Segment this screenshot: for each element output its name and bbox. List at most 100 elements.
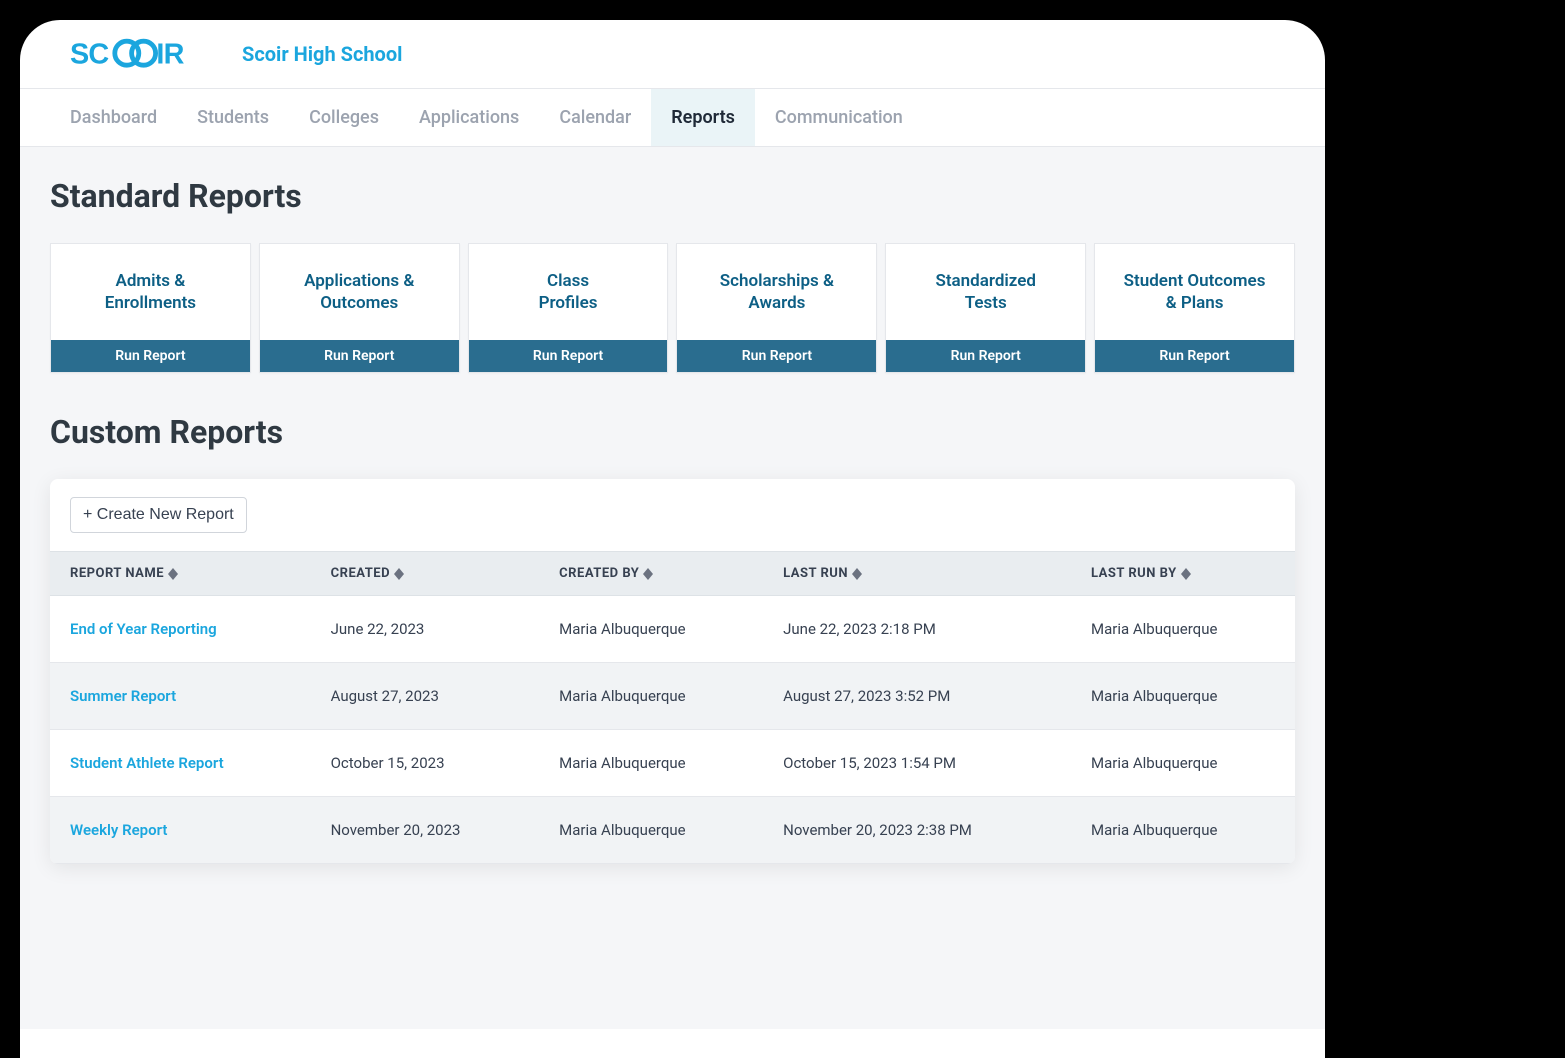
report-card-body: Student Outcomes & Plans (1095, 244, 1294, 340)
report-card-body: Standardized Tests (886, 244, 1085, 340)
table-row: End of Year Reporting June 22, 2023 Mari… (50, 596, 1295, 663)
logo[interactable]: SC IR (70, 38, 214, 70)
report-link[interactable]: Student Athlete Report (50, 730, 311, 797)
cell-last-run-by: Maria Albuquerque (1071, 596, 1295, 663)
custom-reports-title: Custom Reports (50, 413, 1295, 451)
sort-icon (852, 568, 862, 580)
run-report-button[interactable]: Run Report (51, 340, 250, 372)
report-card-body: Scholarships & Awards (677, 244, 876, 340)
sort-icon (394, 568, 404, 580)
report-card-title[interactable]: Student Outcomes & Plans (1124, 270, 1266, 314)
cell-created: June 22, 2023 (311, 596, 540, 663)
nav-calendar[interactable]: Calendar (539, 89, 651, 146)
cell-last-run: October 15, 2023 1:54 PM (763, 730, 1071, 797)
run-report-button[interactable]: Run Report (469, 340, 668, 372)
sort-icon (168, 568, 178, 580)
nav-students[interactable]: Students (177, 89, 289, 146)
col-sort-report-name[interactable]: REPORT NAME (70, 566, 178, 581)
main-nav: Dashboard Students Colleges Applications… (20, 89, 1325, 147)
report-card-scholarships: Scholarships & Awards Run Report (676, 243, 877, 373)
sort-icon (643, 568, 653, 580)
col-last-run-by: LAST RUN BY (1071, 552, 1295, 596)
report-card-title[interactable]: Applications & Outcomes (304, 270, 414, 314)
cell-last-run-by: Maria Albuquerque (1071, 663, 1295, 730)
report-card-standardized-tests: Standardized Tests Run Report (885, 243, 1086, 373)
report-card-line2: Enrollments (105, 293, 196, 313)
col-report-name: REPORT NAME (50, 552, 311, 596)
table-row: Summer Report August 27, 2023 Maria Albu… (50, 663, 1295, 730)
logo-icon: SC IR (70, 38, 214, 70)
cell-last-run: November 20, 2023 2:38 PM (763, 797, 1071, 864)
report-card-line2: & Plans (1166, 293, 1224, 313)
report-card-line2: Outcomes (320, 293, 398, 313)
nav-communication[interactable]: Communication (755, 89, 923, 146)
content-area: Standard Reports Admits & Enrollments Ru… (20, 147, 1325, 1029)
report-card-line1: Applications & (304, 271, 414, 291)
col-label: LAST RUN (783, 566, 848, 581)
svg-text:IR: IR (156, 39, 184, 70)
panel-toolbar: + Create New Report (50, 479, 1295, 551)
report-card-body: Class Profiles (469, 244, 668, 340)
cell-created-by: Maria Albuquerque (539, 797, 763, 864)
standard-report-cards: Admits & Enrollments Run Report Applicat… (50, 243, 1295, 373)
col-created-by: CREATED BY (539, 552, 763, 596)
report-card-title[interactable]: Class Profiles (539, 270, 598, 314)
col-sort-created-by[interactable]: CREATED BY (559, 566, 653, 581)
col-sort-last-run-by[interactable]: LAST RUN BY (1091, 566, 1191, 581)
nav-dashboard[interactable]: Dashboard (50, 89, 177, 146)
standard-reports-title: Standard Reports (50, 177, 1295, 215)
report-card-student-outcomes: Student Outcomes & Plans Run Report (1094, 243, 1295, 373)
run-report-button[interactable]: Run Report (677, 340, 876, 372)
cell-last-run-by: Maria Albuquerque (1071, 730, 1295, 797)
report-card-line1: Class (547, 271, 589, 291)
report-card-line2: Awards (748, 293, 805, 313)
school-name[interactable]: Scoir High School (242, 42, 402, 66)
report-link[interactable]: Weekly Report (50, 797, 311, 864)
col-label: REPORT NAME (70, 566, 164, 581)
nav-applications[interactable]: Applications (399, 89, 539, 146)
report-card-line2: Tests (965, 293, 1007, 313)
report-card-title[interactable]: Standardized Tests (935, 270, 1036, 314)
table-header-row: REPORT NAME CREATED (50, 552, 1295, 596)
report-link[interactable]: Summer Report (50, 663, 311, 730)
sort-icon (1181, 568, 1191, 580)
col-label: CREATED BY (559, 566, 639, 581)
custom-reports-panel: + Create New Report REPORT NAME (50, 479, 1295, 864)
svg-text:SC: SC (70, 39, 109, 70)
report-card-body: Admits & Enrollments (51, 244, 250, 340)
run-report-button[interactable]: Run Report (260, 340, 459, 372)
report-card-line2: Profiles (539, 293, 598, 313)
cell-created-by: Maria Albuquerque (539, 663, 763, 730)
report-card-class-profiles: Class Profiles Run Report (468, 243, 669, 373)
report-card-applications: Applications & Outcomes Run Report (259, 243, 460, 373)
cell-created: November 20, 2023 (311, 797, 540, 864)
col-sort-last-run[interactable]: LAST RUN (783, 566, 862, 581)
report-card-line1: Admits & (115, 271, 185, 291)
cell-last-run: June 22, 2023 2:18 PM (763, 596, 1071, 663)
col-label: LAST RUN BY (1091, 566, 1177, 581)
cell-created: August 27, 2023 (311, 663, 540, 730)
cell-last-run-by: Maria Albuquerque (1071, 797, 1295, 864)
report-card-body: Applications & Outcomes (260, 244, 459, 340)
report-link[interactable]: End of Year Reporting (50, 596, 311, 663)
cell-created: October 15, 2023 (311, 730, 540, 797)
report-card-title[interactable]: Scholarships & Awards (720, 270, 834, 314)
report-card-line1: Scholarships & (720, 271, 834, 291)
col-label: CREATED (331, 566, 390, 581)
custom-reports-table: REPORT NAME CREATED (50, 551, 1295, 864)
run-report-button[interactable]: Run Report (1095, 340, 1294, 372)
cell-created-by: Maria Albuquerque (539, 730, 763, 797)
col-created: CREATED (311, 552, 540, 596)
table-row: Student Athlete Report October 15, 2023 … (50, 730, 1295, 797)
col-last-run: LAST RUN (763, 552, 1071, 596)
table-row: Weekly Report November 20, 2023 Maria Al… (50, 797, 1295, 864)
report-card-line1: Standardized (935, 271, 1036, 291)
report-card-line1: Student Outcomes (1124, 271, 1266, 291)
cell-created-by: Maria Albuquerque (539, 596, 763, 663)
nav-colleges[interactable]: Colleges (289, 89, 399, 146)
run-report-button[interactable]: Run Report (886, 340, 1085, 372)
nav-reports[interactable]: Reports (651, 89, 755, 146)
col-sort-created[interactable]: CREATED (331, 566, 404, 581)
report-card-title[interactable]: Admits & Enrollments (105, 270, 196, 314)
create-new-report-button[interactable]: + Create New Report (70, 497, 247, 533)
